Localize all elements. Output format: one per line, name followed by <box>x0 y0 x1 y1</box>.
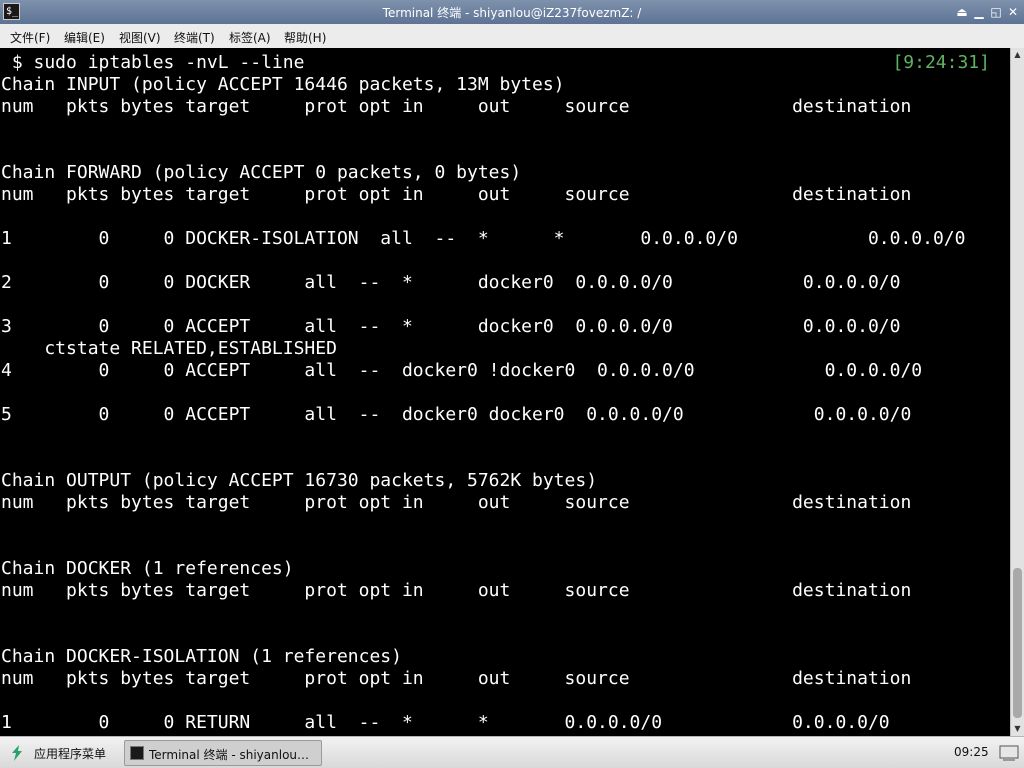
terminal-line: Chain INPUT (policy ACCEPT 16446 packets… <box>1 74 565 95</box>
applications-menu-label: 应用程序菜单 <box>34 747 107 761</box>
window-title-bar[interactable]: $_ Terminal 终端 - shiyanlou@iZ237fovezmZ:… <box>0 0 1024 25</box>
close-button[interactable]: ✕ <box>1004 3 1022 21</box>
system-tray-icon[interactable] <box>998 743 1020 763</box>
app-menu-logo-icon <box>12 745 22 761</box>
prompt-timestamp: [9:24:31] <box>892 52 990 73</box>
menu-terminal[interactable]: 终端(T) <box>174 29 215 46</box>
taskbar: 应用程序菜单 Terminal 终端 - shiyanlou@iZ237fove… <box>0 736 1024 768</box>
terminal-line: 4 0 0 ACCEPT all -- docker0 !docker0 0.0… <box>1 360 923 381</box>
shade-window-button[interactable]: ⏏ <box>953 3 971 21</box>
terminal-line: 2 0 0 DOCKER all -- * docker0 0.0.0.0/0 … <box>1 272 901 293</box>
maximize-button[interactable]: ◱ <box>987 3 1005 21</box>
scrollbar-thumb[interactable] <box>1013 568 1022 718</box>
terminal-icon <box>130 746 144 760</box>
terminal-line: Chain DOCKER-ISOLATION (1 references) <box>1 646 402 667</box>
terminal-line: Chain FORWARD (policy ACCEPT 0 packets, … <box>1 162 522 183</box>
menu-help[interactable]: 帮助(H) <box>284 29 326 46</box>
menu-tabs[interactable]: 标签(A) <box>229 29 271 46</box>
clock[interactable]: 09:25 <box>954 745 989 759</box>
terminal-line: 5 0 0 ACCEPT all -- docker0 docker0 0.0.… <box>1 404 912 425</box>
terminal-output[interactable]: [9:24:31] $ sudo iptables -nvL --line Ch… <box>0 48 1010 736</box>
terminal-line: num pkts bytes target prot opt in out so… <box>1 580 912 601</box>
minimize-button[interactable]: ▁ <box>970 3 988 21</box>
terminal-line: Chain DOCKER (1 references) <box>1 558 294 579</box>
window-title: Terminal 终端 - shiyanlou@iZ237fovezmZ: / <box>382 6 642 20</box>
terminal-line: 3 0 0 ACCEPT all -- * docker0 0.0.0.0/0 … <box>1 316 901 337</box>
terminal-line: num pkts bytes target prot opt in out so… <box>1 96 912 117</box>
terminal-line: Chain OUTPUT (policy ACCEPT 16730 packet… <box>1 470 598 491</box>
terminal-line: num pkts bytes target prot opt in out so… <box>1 668 912 689</box>
terminal-line: 1 0 0 RETURN all -- * * 0.0.0.0/0 0.0.0.… <box>1 712 890 733</box>
menu-edit[interactable]: 编辑(E) <box>64 29 105 46</box>
terminal-line: num pkts bytes target prot opt in out so… <box>1 492 912 513</box>
menu-bar: 文件(F) 编辑(E) 视图(V) 终端(T) 标签(A) 帮助(H) <box>0 24 1024 49</box>
terminal-line: $ sudo iptables -nvL --line <box>1 52 305 73</box>
terminal-line: ctstate RELATED,ESTABLISHED <box>1 338 337 359</box>
scroll-up-arrow-icon[interactable]: ▲ <box>1011 48 1024 62</box>
vertical-scrollbar[interactable]: ▲ ▼ <box>1010 48 1024 736</box>
taskbar-window-label: Terminal 终端 - shiyanlou@iZ237fovezmZ: / <box>149 748 319 762</box>
menu-view[interactable]: 视图(V) <box>119 29 161 46</box>
terminal-line: num pkts bytes target prot opt in out so… <box>1 184 912 205</box>
menu-file[interactable]: 文件(F) <box>10 29 50 46</box>
scroll-down-arrow-icon[interactable]: ▼ <box>1011 722 1024 736</box>
terminal-line: 1 0 0 DOCKER-ISOLATION all -- * * 0.0.0.… <box>1 228 966 249</box>
taskbar-terminal-window-button[interactable]: Terminal 终端 - shiyanlou@iZ237fovezmZ: / <box>124 740 322 766</box>
